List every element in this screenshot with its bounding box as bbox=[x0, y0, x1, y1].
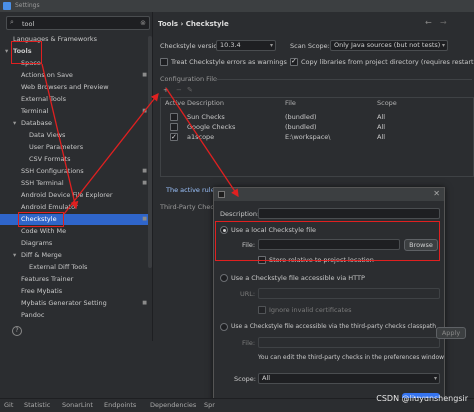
watermark: CSDN @liuyunshengsir bbox=[376, 394, 468, 403]
statusbar-git[interactable]: Git bbox=[4, 401, 13, 409]
statusbar-spring[interactable]: Spr bbox=[204, 401, 215, 409]
statusbar-sonarlint[interactable]: SonarLint bbox=[62, 401, 93, 409]
arrow-add-to-dialog bbox=[165, 87, 239, 198]
statusbar-dependencies[interactable]: Dependencies bbox=[150, 401, 196, 409]
statusbar-endpoints[interactable]: Endpoints bbox=[104, 401, 136, 409]
annotation-arrows bbox=[41, 63, 239, 215]
arrow-tools-to-checkstyle bbox=[41, 63, 79, 210]
statusbar-statistic[interactable]: Statistic bbox=[24, 401, 50, 409]
arrow-checkstyle-to-add bbox=[63, 92, 159, 215]
